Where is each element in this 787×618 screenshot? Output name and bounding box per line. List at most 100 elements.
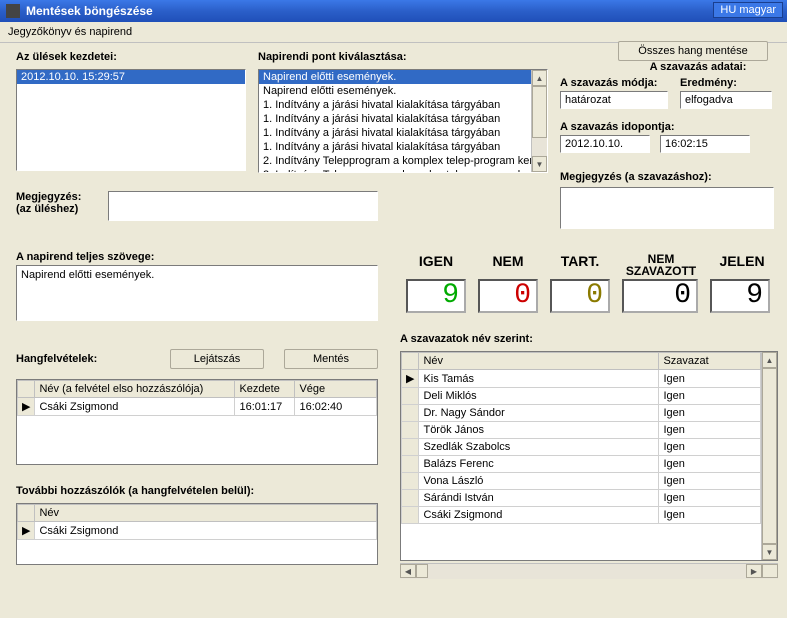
cell-name: Szedlák Szabolcs: [419, 439, 659, 456]
agenda-item[interactable]: 1. Indítvány a járási hivatal kialakítás…: [259, 140, 531, 154]
table-row[interactable]: Vona LászlóIgen: [402, 473, 761, 490]
vote-count-nem: 0: [478, 279, 538, 313]
table-row[interactable]: ▶Kis TamásIgen: [402, 370, 761, 388]
speakers-table[interactable]: Név ▶Csáki Zsigmond: [17, 504, 377, 540]
scroll-down-icon[interactable]: ▼: [532, 156, 547, 172]
agenda-item[interactable]: Napirend előtti események.: [259, 70, 531, 84]
votecomment-field[interactable]: [560, 187, 774, 229]
agenda-item[interactable]: 1. Indítvány a járási hivatal kialakítás…: [259, 98, 531, 112]
col-vote[interactable]: Szavazat: [659, 353, 761, 370]
scroll-down-icon[interactable]: ▼: [762, 544, 777, 560]
scroll-left-icon[interactable]: ◀: [400, 564, 416, 578]
table-row[interactable]: Szedlák SzabolcsIgen: [402, 439, 761, 456]
save-all-button[interactable]: Összes hang mentése: [618, 41, 768, 61]
scroll-right-icon[interactable]: ▶: [746, 564, 762, 578]
hscroll[interactable]: ◀ ▶: [400, 563, 778, 579]
scroll-thumb[interactable]: [532, 86, 547, 138]
table-header-row: Név (a felvétel elso hozzászólója) Kezde…: [18, 381, 377, 398]
cell-name: Csáki Zsigmond: [35, 398, 235, 416]
cell-name: Deli Miklós: [419, 388, 659, 405]
table-row[interactable]: Csáki ZsigmondIgen: [402, 507, 761, 524]
agenda-item[interactable]: 1. Indítvány a járási hivatal kialakítás…: [259, 112, 531, 126]
col-start[interactable]: Kezdete: [235, 381, 295, 398]
sessions-label: Az ülések kezdetei:: [16, 51, 246, 63]
session-comment-label2: (az üléshez): [16, 203, 100, 215]
byname-scrollbar[interactable]: ▲ ▼: [761, 352, 777, 560]
table-row[interactable]: Balázs FerencIgen: [402, 456, 761, 473]
scroll-thumb[interactable]: [762, 368, 777, 544]
row-marker: [402, 422, 419, 439]
vote-head-igen: IGEN: [400, 253, 472, 277]
sessions-list[interactable]: 2012.10.10. 15:29:57: [16, 69, 246, 171]
app-icon: [6, 4, 20, 18]
agenda-label: Napirendi pont kiválasztása:: [258, 51, 548, 63]
votetime-label: A szavazás idopontja:: [560, 121, 750, 133]
scroll-up-icon[interactable]: ▲: [762, 352, 777, 368]
agenda-item[interactable]: Napirend előtti események.: [259, 84, 531, 98]
col-name[interactable]: Név (a felvétel elso hozzászólója): [35, 381, 235, 398]
cell-name: Balázs Ferenc: [419, 456, 659, 473]
save-button[interactable]: Mentés: [284, 349, 378, 369]
scroll-up-icon[interactable]: ▲: [532, 70, 547, 86]
row-marker: [402, 507, 419, 524]
agenda-item[interactable]: 1. Indítvány a járási hivatal kialakítás…: [259, 126, 531, 140]
row-marker: ▶: [18, 398, 35, 416]
vote-count-tart: 0: [550, 279, 610, 313]
cell-name: Kis Tamás: [419, 370, 659, 388]
speakers-label: További hozzászólók (a hangfelvételen be…: [16, 485, 378, 497]
vote-count-nsz: 0: [622, 279, 698, 313]
row-marker: ▶: [402, 370, 419, 388]
session-item[interactable]: 2012.10.10. 15:29:57: [17, 70, 245, 84]
scroll-corner: [762, 564, 778, 578]
agenda-list[interactable]: Napirend előtti események.Napirend előtt…: [258, 69, 548, 173]
cell-vote: Igen: [659, 405, 761, 422]
votemode-label: A szavazás módja:: [560, 77, 668, 89]
window-title: Mentések böngészése: [26, 4, 153, 18]
play-button[interactable]: Lejátszás: [170, 349, 264, 369]
table-header-row: Név Szavazat: [402, 353, 761, 370]
votedata-header: A szavazás adatai:: [618, 61, 778, 73]
agenda-scrollbar[interactable]: ▲ ▼: [531, 70, 547, 172]
hscroll-thumb[interactable]: [416, 564, 428, 578]
vote-head-nsz: NEM SZAVAZOTT: [616, 253, 706, 277]
row-marker: [402, 388, 419, 405]
table-row[interactable]: Dr. Nagy SándorIgen: [402, 405, 761, 422]
recordings-label: Hangfelvételek:: [16, 353, 150, 365]
votemode-value: határozat: [560, 91, 668, 109]
cell-vote: Igen: [659, 422, 761, 439]
votetime-value: 16:02:15: [660, 135, 750, 153]
row-marker: [402, 473, 419, 490]
vote-count-jelen: 9: [710, 279, 770, 313]
fulltext-label: A napirend teljes szövege:: [16, 251, 378, 263]
recordings-table[interactable]: Név (a felvétel elso hozzászólója) Kezde…: [17, 380, 377, 416]
cell-name: Vona László: [419, 473, 659, 490]
table-row[interactable]: ▶Csáki Zsigmond: [18, 522, 377, 540]
byname-table[interactable]: Név Szavazat ▶Kis TamásIgenDeli MiklósIg…: [401, 352, 761, 524]
cell-name: Csáki Zsigmond: [419, 507, 659, 524]
col-name[interactable]: Név: [419, 353, 659, 370]
session-comment-field[interactable]: [108, 191, 378, 221]
col-end[interactable]: Vége: [295, 381, 377, 398]
table-row[interactable]: Sárándi IstvánIgen: [402, 490, 761, 507]
cell-start: 16:01:17: [235, 398, 295, 416]
result-value: elfogadva: [680, 91, 772, 109]
votedate-value: 2012.10.10.: [560, 135, 650, 153]
cell-name: Sárándi István: [419, 490, 659, 507]
fulltext-field[interactable]: Napirend előtti események.: [16, 265, 378, 321]
cell-vote: Igen: [659, 473, 761, 490]
result-label: Eredmény:: [680, 77, 772, 89]
table-row[interactable]: Török JánosIgen: [402, 422, 761, 439]
cell-name: Dr. Nagy Sándor: [419, 405, 659, 422]
agenda-item[interactable]: 2. Indítvány Telepprogram a komplex tele…: [259, 154, 531, 168]
cell-vote: Igen: [659, 439, 761, 456]
subtitle: Jegyzőkönyv és napirend: [0, 22, 787, 43]
session-comment-label1: Megjegyzés:: [16, 191, 100, 203]
cell-vote: Igen: [659, 490, 761, 507]
row-marker: [402, 439, 419, 456]
table-row[interactable]: ▶Csáki Zsigmond16:01:1716:02:40: [18, 398, 377, 416]
table-row[interactable]: Deli MiklósIgen: [402, 388, 761, 405]
titlebar: Mentések böngészése HU magyar: [0, 0, 787, 22]
col-name[interactable]: Név: [35, 505, 377, 522]
language-button[interactable]: HU magyar: [713, 2, 783, 18]
agenda-item[interactable]: 2. Indítvány Telepprogram a komplex tele…: [259, 168, 531, 173]
